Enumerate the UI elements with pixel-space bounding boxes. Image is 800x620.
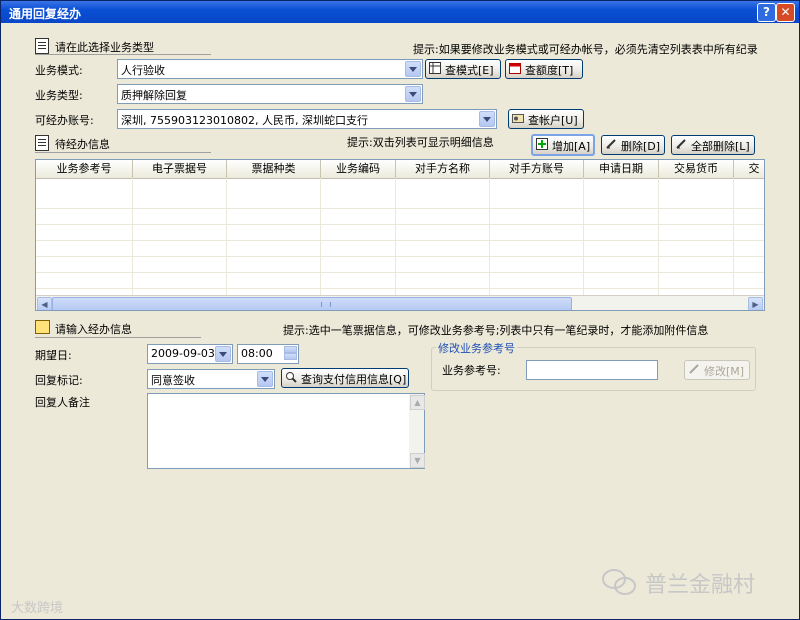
section-input-hint: 提示:选中一笔票据信息，可修改业务参考号;列表中只有一笔纪录时，才能添加附件信息 <box>283 324 709 337</box>
time-value: 08:00 <box>241 347 273 360</box>
table-row[interactable] <box>36 225 764 241</box>
column-divider <box>658 178 659 296</box>
title-bar[interactable]: 通用回复经办 ? ✕ <box>1 1 799 23</box>
column-header[interactable]: 对手方名称 <box>396 160 490 178</box>
section-divider <box>35 54 211 55</box>
table-row[interactable] <box>36 209 764 225</box>
section-divider <box>35 337 201 338</box>
date-value: 2009-09-03 <box>151 347 215 360</box>
delete-all-button[interactable]: 全部删除[L] <box>671 135 755 155</box>
scroll-thumb[interactable] <box>52 297 572 310</box>
ref-input[interactable] <box>526 360 658 380</box>
scroll-up-icon[interactable]: ▲ <box>410 395 425 410</box>
section-pending-heading: 待经办信息 <box>55 138 110 151</box>
reply-select[interactable]: 同意签收 <box>147 369 275 389</box>
account-icon <box>512 114 524 123</box>
column-header[interactable]: 业务编码 <box>321 160 396 178</box>
modify-button[interactable]: 修改[M] <box>684 360 750 380</box>
section-type-hint: 提示:如果要修改业务模式或可经办帐号，必须先清空列表表中所有纪录 <box>413 43 758 56</box>
column-divider <box>395 178 396 296</box>
group-title: 修改业务参考号 <box>436 340 517 356</box>
account-value: 深圳, 755903123010802, 人民币, 深圳蛇口支行 <box>121 114 368 127</box>
column-header[interactable]: 电子票据号 <box>133 160 227 178</box>
column-header[interactable]: 交易货币 <box>659 160 734 178</box>
spinner-icon[interactable] <box>284 346 297 360</box>
dialog-window: 通用回复经办 ? ✕ 请在此选择业务类型 提示:如果要修改业务模式或可经办帐号，… <box>0 0 800 620</box>
view-quota-button[interactable]: 查额度[T] <box>505 59 583 79</box>
column-divider <box>733 178 734 296</box>
account-label: 可经办账号: <box>35 114 94 127</box>
add-button[interactable]: 增加[A] <box>531 134 595 156</box>
time-stepper[interactable]: 08:00 <box>237 344 299 364</box>
window-title: 通用回复经办 <box>9 7 82 21</box>
help-button[interactable]: ? <box>757 3 776 22</box>
chevron-down-icon[interactable] <box>479 111 495 127</box>
column-divider <box>489 178 490 296</box>
search-icon <box>286 372 297 383</box>
horizontal-scrollbar[interactable]: ◀ ▶ <box>36 295 764 310</box>
ledger-icon <box>35 38 49 54</box>
section-type-heading: 请在此选择业务类型 <box>55 41 154 54</box>
add-icon <box>536 138 548 150</box>
table-header: 业务参考号 电子票据号 票据种类 业务编码 对手方名称 对手方账号 申请日期 交… <box>36 160 764 179</box>
column-divider <box>320 178 321 296</box>
column-divider <box>226 178 227 296</box>
table-row[interactable] <box>36 241 764 257</box>
pending-items-table[interactable]: 业务参考号 电子票据号 票据种类 业务编码 对手方名称 对手方账号 申请日期 交… <box>35 159 765 311</box>
view-account-button[interactable]: 查帐户[U] <box>508 109 584 129</box>
table-row[interactable] <box>36 257 764 273</box>
section-input-heading: 请输入经办信息 <box>55 323 132 336</box>
pen-icon <box>689 364 699 374</box>
mode-select[interactable]: 人行验收 <box>117 59 423 79</box>
type-select[interactable]: 质押解除回复 <box>117 84 423 104</box>
column-divider <box>132 178 133 296</box>
note-icon <box>35 320 50 334</box>
grip-icon <box>321 302 331 307</box>
delete-button[interactable]: 删除[D] <box>601 135 665 155</box>
ledger-icon <box>35 135 49 151</box>
section-pending-hint: 提示:双击列表可显示明细信息 <box>347 136 494 149</box>
column-header[interactable]: 票据种类 <box>227 160 321 178</box>
note-label: 回复人备注 <box>35 396 90 409</box>
date-picker[interactable]: 2009-09-03 <box>147 344 233 364</box>
mode-label: 业务模式: <box>35 64 83 77</box>
column-header[interactable]: 业务参考号 <box>36 160 133 178</box>
column-header[interactable]: 交 <box>734 160 764 178</box>
section-divider <box>35 152 211 153</box>
table-row[interactable] <box>36 273 764 289</box>
watermark-right: 普兰金融村 <box>645 573 756 598</box>
scroll-down-icon[interactable]: ▼ <box>410 453 425 468</box>
vertical-scrollbar[interactable]: ▲ ▼ <box>409 394 425 468</box>
calendar-icon <box>509 63 521 74</box>
scroll-right-icon[interactable]: ▶ <box>748 297 763 310</box>
query-credit-button[interactable]: 查询支付信用信息[Q] <box>281 368 409 388</box>
chevron-down-icon[interactable] <box>215 346 231 362</box>
account-select[interactable]: 深圳, 755903123010802, 人民币, 深圳蛇口支行 <box>117 109 497 129</box>
mode-value: 人行验收 <box>121 64 165 77</box>
table-row[interactable] <box>36 193 764 209</box>
reply-value: 同意签收 <box>151 374 195 387</box>
pen-icon <box>676 139 686 149</box>
type-value: 质押解除回复 <box>121 89 187 102</box>
column-divider <box>583 178 584 296</box>
chevron-down-icon[interactable] <box>257 371 273 387</box>
watermark-left: 大数跨境 <box>11 601 64 616</box>
column-header[interactable]: 申请日期 <box>584 160 659 178</box>
close-button[interactable]: ✕ <box>776 3 795 22</box>
reply-label: 回复标记: <box>35 374 83 387</box>
pen-icon <box>606 139 616 149</box>
chevron-down-icon[interactable] <box>405 86 421 102</box>
note-textarea[interactable]: ▲ ▼ <box>147 393 425 469</box>
date-label: 期望日: <box>35 349 72 362</box>
scroll-left-icon[interactable]: ◀ <box>37 297 52 310</box>
view-mode-button[interactable]: 查模式[E] <box>425 59 501 79</box>
column-header[interactable]: 对手方账号 <box>490 160 584 178</box>
table-icon <box>429 62 441 74</box>
wechat-icon <box>602 569 636 595</box>
type-label: 业务类型: <box>35 89 83 102</box>
chevron-down-icon[interactable] <box>405 61 421 77</box>
ref-label: 业务参考号: <box>442 364 501 377</box>
modify-ref-group: 修改业务参考号 业务参考号: 修改[M] <box>431 340 756 391</box>
